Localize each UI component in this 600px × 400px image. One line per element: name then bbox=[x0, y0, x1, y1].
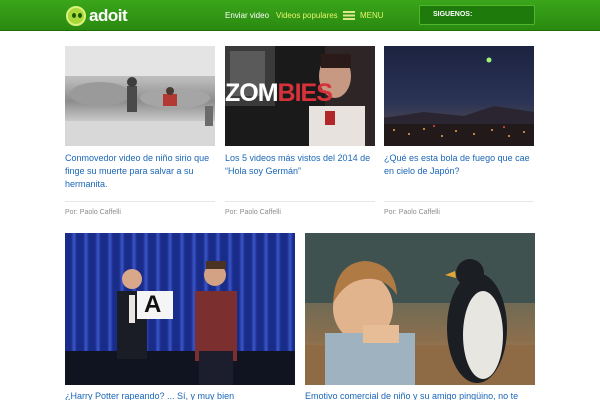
card-title-4[interactable]: ¿Harry Potter rapeando? ... Sí, y muy bi… bbox=[65, 390, 295, 400]
card-divider-3 bbox=[384, 201, 534, 202]
logo-text: adoit bbox=[89, 6, 128, 25]
card-title-2[interactable]: Los 5 videos más vistos del 2014 de “Hol… bbox=[225, 152, 375, 178]
card-divider-2 bbox=[225, 201, 375, 202]
hamburger-icon bbox=[343, 11, 355, 20]
card-title-5[interactable]: Emotivo comercial de niño y su amigo pin… bbox=[305, 390, 545, 400]
card-author-3: Por: Paolo Caffelli bbox=[384, 209, 440, 216]
site-logo[interactable]: adoit bbox=[66, 5, 128, 27]
nav-enviar-video[interactable]: Enviar video bbox=[225, 11, 269, 20]
card-title-3[interactable]: ¿Qué es esta bola de fuego que cae en ci… bbox=[384, 152, 534, 178]
zombies-text-white: ZOM bbox=[225, 79, 279, 107]
thumbnail-4-scene bbox=[65, 261, 295, 385]
menu-button[interactable]: MENU bbox=[343, 11, 384, 20]
nav-videos-populares[interactable]: Videos populares bbox=[276, 11, 338, 20]
card-author-2: Por: Paolo Caffelli bbox=[225, 209, 281, 216]
zombies-text-red: BIES bbox=[277, 79, 333, 107]
video-thumbnail-1[interactable] bbox=[65, 46, 215, 146]
card-title-1[interactable]: Conmovedor video de niño sirio que finge… bbox=[65, 152, 215, 191]
video-thumbnail-3[interactable] bbox=[384, 46, 534, 146]
video-thumbnail-2[interactable]: ZOMBIES bbox=[225, 46, 375, 146]
logo-face-icon bbox=[66, 6, 86, 26]
thumbnail-1-scene bbox=[65, 46, 215, 146]
card-letter: A bbox=[144, 291, 162, 318]
menu-label: MENU bbox=[360, 11, 384, 20]
follow-label: SIGUENOS: bbox=[433, 11, 473, 18]
follow-box: SIGUENOS: bbox=[419, 5, 535, 25]
thumbnail-5-scene bbox=[305, 233, 535, 385]
card-author-1: Por: Paolo Caffelli bbox=[65, 209, 121, 216]
video-thumbnail-5[interactable] bbox=[305, 233, 535, 385]
thumbnail-3-scene bbox=[384, 57, 534, 146]
card-divider-1 bbox=[65, 201, 215, 202]
zombies-thumbnail-text: ZOMBIES bbox=[225, 79, 333, 107]
video-thumbnail-4[interactable]: A bbox=[65, 233, 295, 385]
top-header: adoit Enviar video Videos populares MENU… bbox=[0, 0, 600, 31]
